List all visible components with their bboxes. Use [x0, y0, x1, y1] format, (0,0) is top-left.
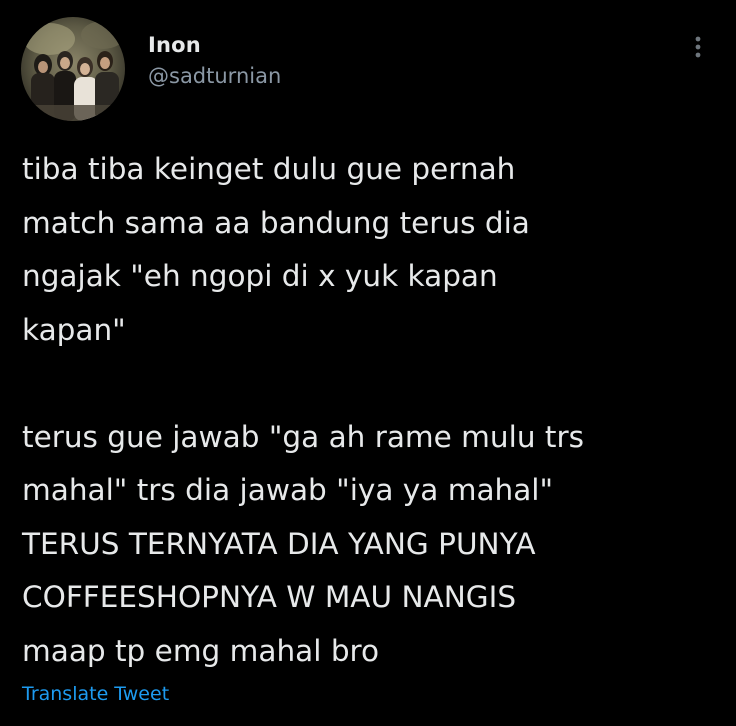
- tweet-paragraph: tiba tiba keinget dulu gue pernah match …: [22, 152, 530, 347]
- tweet-text: tiba tiba keinget dulu gue pernah match …: [22, 143, 722, 678]
- more-options-icon: [695, 36, 701, 58]
- display-name[interactable]: Inon: [148, 33, 281, 57]
- avatar[interactable]: [21, 17, 125, 121]
- avatar-photo: [21, 17, 125, 121]
- more-options-button[interactable]: [686, 32, 710, 64]
- tweet-paragraph: terus gue jawab "ga ah rame mulu trs mah…: [22, 419, 584, 668]
- user-handle[interactable]: @sadturnian: [148, 64, 281, 88]
- translate-tweet-link[interactable]: Translate Tweet: [22, 683, 169, 705]
- tweet: Inon @sadturnian tiba tiba keinget dulu …: [0, 0, 736, 726]
- author-info: Inon @sadturnian: [148, 33, 281, 88]
